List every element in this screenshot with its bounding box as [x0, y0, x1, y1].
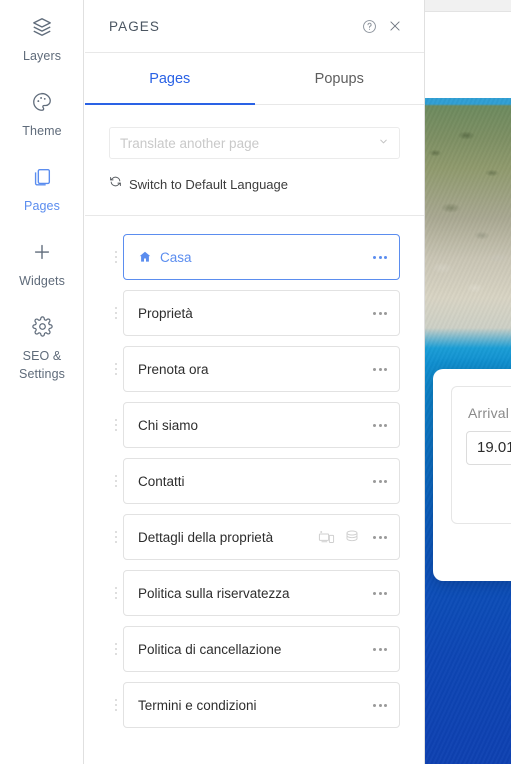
- layers-icon: [0, 14, 84, 40]
- panel-tabs: Pages Popups: [85, 53, 424, 105]
- more-options-icon[interactable]: [369, 647, 387, 651]
- switch-default-language-label: Switch to Default Language: [129, 176, 288, 192]
- page-row: Casa: [109, 234, 400, 280]
- pages-panel: PAGES Pages Popups Translate another pag…: [85, 0, 425, 764]
- refresh-icon: [109, 175, 122, 193]
- page-row: Politica sulla riservatezza: [109, 570, 400, 616]
- dynamic-page-icon: [318, 529, 335, 546]
- website-preview: Arrival 19.01.: [425, 12, 511, 764]
- sidebar-label-widgets: Widgets: [19, 274, 65, 288]
- drag-handle-icon[interactable]: [109, 699, 123, 711]
- page-list-item[interactable]: Politica sulla riservatezza: [123, 570, 400, 616]
- drag-handle-icon[interactable]: [109, 419, 123, 431]
- more-options-icon[interactable]: [369, 423, 387, 427]
- sidebar-item-seo-settings[interactable]: SEO & Settings: [0, 300, 84, 393]
- page-item-label: Chi siamo: [138, 417, 199, 433]
- sidebar-label-seo-settings: SEO & Settings: [19, 349, 65, 381]
- help-circle-icon[interactable]: [356, 13, 382, 39]
- page-item-label: Contatti: [138, 473, 185, 489]
- page-item-label: Dettagli della proprietà: [138, 529, 274, 545]
- drag-handle-icon[interactable]: [109, 643, 123, 655]
- switch-default-language-button[interactable]: Switch to Default Language: [109, 175, 400, 215]
- booking-widget-card[interactable]: Arrival 19.01.: [433, 369, 511, 581]
- page-list-item[interactable]: Prenota ora: [123, 346, 400, 392]
- sidebar-item-pages[interactable]: Pages: [0, 150, 84, 225]
- drag-handle-icon[interactable]: [109, 531, 123, 543]
- page-item-label: Casa: [160, 249, 192, 265]
- sidebar-label-layers: Layers: [22, 49, 62, 63]
- page-row: Dettagli della proprietà: [109, 514, 400, 560]
- more-options-icon[interactable]: [369, 255, 387, 259]
- database-icon: [344, 529, 360, 545]
- page-list-item[interactable]: Chi siamo: [123, 402, 400, 448]
- more-options-icon[interactable]: [369, 367, 387, 371]
- left-sidebar-rail: Layers Theme Pages Widgets SEO & Setting…: [0, 0, 84, 764]
- booking-widget-inner: Arrival 19.01.: [451, 386, 511, 524]
- panel-title: PAGES: [109, 18, 161, 34]
- translation-controls: Translate another page Switch to Default…: [85, 105, 424, 215]
- drag-handle-icon[interactable]: [109, 251, 123, 263]
- page-list-item[interactable]: Dettagli della proprietà: [123, 514, 400, 560]
- drag-handle-icon[interactable]: [109, 587, 123, 599]
- home-icon: [138, 250, 152, 264]
- more-options-icon[interactable]: [369, 535, 387, 539]
- more-options-icon[interactable]: [369, 703, 387, 707]
- sidebar-item-widgets[interactable]: Widgets: [0, 225, 84, 300]
- page-list-item[interactable]: Proprietà: [123, 290, 400, 336]
- arrival-date-value: 19.01.: [477, 439, 511, 456]
- page-item-label: Termini e condizioni: [138, 697, 257, 713]
- page-row: Prenota ora: [109, 346, 400, 392]
- more-options-icon[interactable]: [369, 479, 387, 483]
- panel-header: PAGES: [85, 0, 424, 53]
- translate-page-select[interactable]: Translate another page: [109, 127, 400, 159]
- page-row: Termini e condizioni: [109, 682, 400, 728]
- page-list-item[interactable]: Casa: [123, 234, 400, 280]
- page-item-label: Prenota ora: [138, 361, 209, 377]
- coastline-texture: [425, 98, 511, 348]
- gear-icon: [0, 314, 84, 340]
- tab-pages[interactable]: Pages: [85, 53, 255, 105]
- page-item-label: Proprietà: [138, 305, 193, 321]
- sidebar-item-theme[interactable]: Theme: [0, 75, 84, 150]
- tab-pages-label: Pages: [149, 70, 191, 87]
- drag-handle-icon[interactable]: [109, 475, 123, 487]
- drag-handle-icon[interactable]: [109, 363, 123, 375]
- page-list-item[interactable]: Politica di cancellazione: [123, 626, 400, 672]
- page-list-item[interactable]: Contatti: [123, 458, 400, 504]
- page-row: Chi siamo: [109, 402, 400, 448]
- tab-popups[interactable]: Popups: [255, 53, 425, 104]
- page-row: Proprietà: [109, 290, 400, 336]
- sidebar-label-theme: Theme: [22, 124, 62, 138]
- page-item-label: Politica sulla riservatezza: [138, 585, 290, 601]
- chevron-down-icon: [378, 136, 389, 150]
- editor-top-chrome: [425, 0, 511, 12]
- page-row: Contatti: [109, 458, 400, 504]
- sidebar-label-pages: Pages: [24, 199, 60, 213]
- more-options-icon[interactable]: [369, 311, 387, 315]
- arrival-date-field[interactable]: 19.01.: [466, 431, 511, 465]
- drag-handle-icon[interactable]: [109, 307, 123, 319]
- tab-popups-label: Popups: [314, 70, 364, 87]
- page-row: Politica di cancellazione: [109, 626, 400, 672]
- palette-icon: [0, 89, 84, 115]
- arrival-label: Arrival: [468, 405, 510, 421]
- page-list-item[interactable]: Termini e condizioni: [123, 682, 400, 728]
- sidebar-item-layers[interactable]: Layers: [0, 0, 84, 75]
- close-icon[interactable]: [382, 13, 408, 39]
- translate-page-placeholder: Translate another page: [120, 135, 260, 151]
- page-item-label: Politica di cancellazione: [138, 641, 282, 657]
- plus-icon: [0, 239, 84, 265]
- more-options-icon[interactable]: [369, 591, 387, 595]
- editor-window: Arrival 19.01. Layers: [0, 0, 511, 764]
- pages-list: Casa Proprietà Prenota ora Chi siamo Contatt…: [85, 216, 424, 764]
- pages-icon: [0, 164, 84, 190]
